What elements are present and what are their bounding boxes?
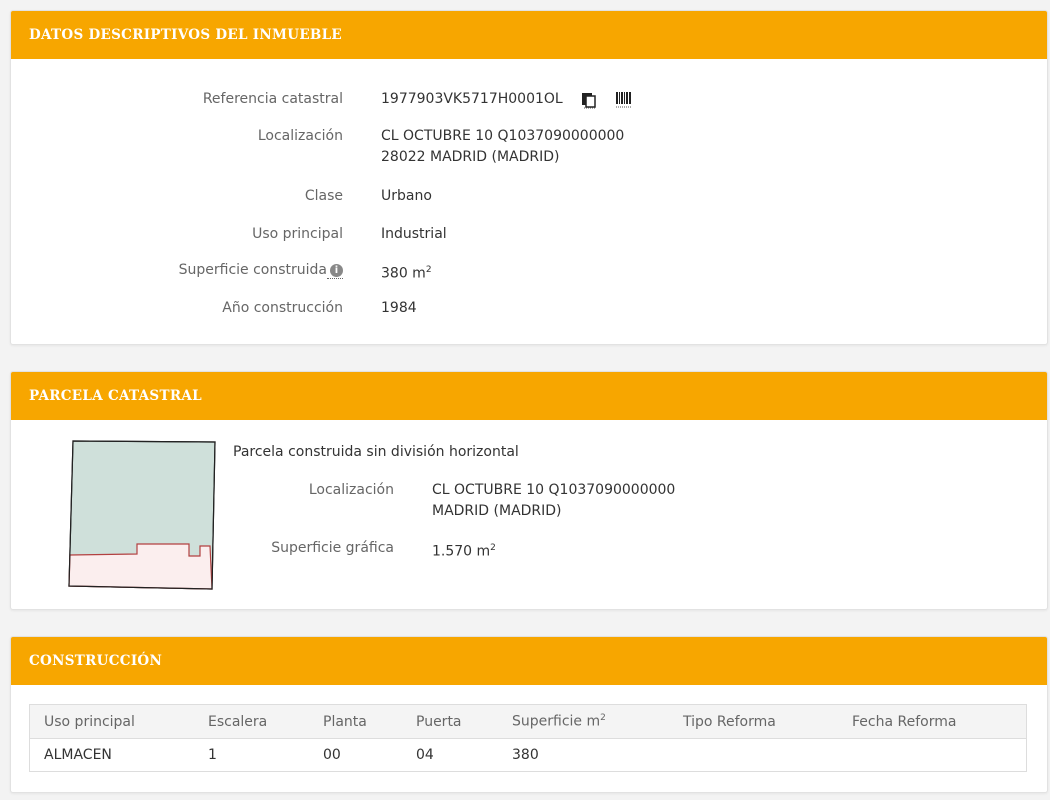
anio-value: 1984 (381, 300, 417, 316)
construccion-table: Uso principal Escalera Planta Puerta Sup… (29, 704, 1027, 772)
uso-value: Industrial (381, 226, 447, 242)
col-superficie-text: Superficie m (512, 713, 601, 730)
localizacion-value: CL OCTUBRE 10 Q1037090000000 28022 MADRI… (381, 126, 624, 168)
parcela-superficie-label: Superficie gráfica (271, 540, 394, 556)
superficie-label: Superficie construida i (11, 262, 343, 279)
parcela-localizacion-line2: MADRID (MADRID) (432, 503, 562, 519)
parcela-superficie-value: 1.570 m2 (432, 538, 496, 563)
col-superficie-exp: 2 (600, 713, 606, 724)
table-header-row: Uso principal Escalera Planta Puerta Sup… (29, 704, 1027, 739)
copy-document-icon[interactable] (581, 91, 597, 109)
parcela-panel: PARCELA CATASTRAL Parcela construida sin… (10, 371, 1048, 610)
localizacion-line1: CL OCTUBRE 10 Q1037090000000 (381, 128, 625, 144)
anio-label: Año construcción (222, 300, 343, 316)
col-puerta: Puerta (402, 704, 498, 739)
localizacion-line2: 28022 MADRID (MADRID) (381, 149, 560, 165)
col-superficie: Superficie m2 (498, 704, 669, 739)
ref-label: Referencia catastral (202, 91, 343, 107)
cell-tipo-reforma (669, 739, 838, 772)
col-escalera: Escalera (194, 704, 309, 739)
col-tipo-reforma: Tipo Reforma (669, 704, 838, 739)
parcela-localizacion-value: CL OCTUBRE 10 Q1037090000000 MADRID (MAD… (432, 480, 675, 522)
parcela-panel-title: PARCELA CATASTRAL (11, 372, 1047, 420)
barcode-icon[interactable] (615, 91, 633, 109)
construccion-panel-title: CONSTRUCCIÓN (11, 637, 1047, 685)
cell-escalera: 1 (208, 747, 217, 763)
construccion-panel: CONSTRUCCIÓN Uso principal Escalera Plan… (10, 636, 1048, 793)
inmueble-panel-title: DATOS DESCRIPTIVOS DEL INMUEBLE (11, 11, 1047, 59)
col-uso-principal: Uso principal (29, 704, 194, 739)
localizacion-label: Localización (257, 128, 343, 144)
cell-fecha-reforma (838, 739, 1027, 772)
superficie-value: 380 m2 (381, 260, 432, 285)
parcela-localizacion-line1: CL OCTUBRE 10 Q1037090000000 (432, 482, 676, 498)
cell-uso-principal: ALMACEN (44, 747, 112, 763)
uso-label: Uso principal (252, 226, 343, 242)
clase-label: Clase (304, 188, 343, 204)
cell-puerta: 04 (416, 747, 434, 763)
parcela-superficie-exp: 2 (490, 543, 496, 553)
cell-superficie: 380 (512, 747, 539, 763)
ref-value: 1977903VK5717H0001OL (381, 91, 563, 107)
cell-planta: 00 (323, 747, 341, 763)
superficie-number: 380 m (381, 265, 426, 282)
col-fecha-reforma: Fecha Reforma (838, 704, 1027, 739)
inmueble-panel: DATOS DESCRIPTIVOS DEL INMUEBLE Referenc… (10, 10, 1048, 345)
col-planta: Planta (309, 704, 402, 739)
parcela-localizacion-label: Localización (308, 482, 394, 498)
clase-value: Urbano (381, 188, 432, 204)
info-icon[interactable]: i (330, 264, 343, 277)
superficie-label-text: Superficie construida (178, 262, 327, 278)
parcela-desc: Parcela construida sin división horizont… (233, 444, 519, 460)
info-icon-wrap[interactable]: i (327, 262, 343, 279)
parcela-superficie-number: 1.570 m (432, 543, 491, 560)
superficie-exp: 2 (425, 265, 432, 275)
parcel-map[interactable] (65, 436, 219, 592)
table-row: ALMACEN 1 00 04 380 (30, 739, 1027, 772)
